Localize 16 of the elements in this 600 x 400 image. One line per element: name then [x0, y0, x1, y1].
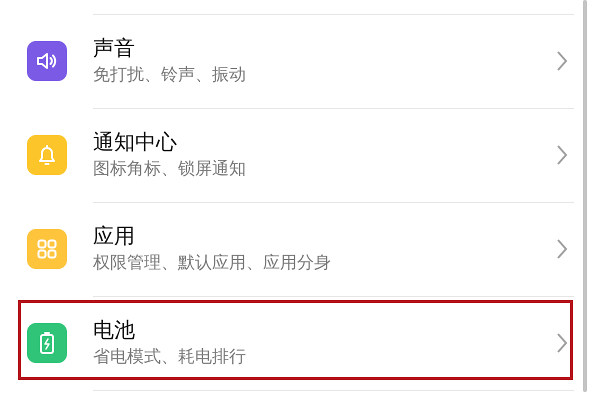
item-title: 声音: [93, 36, 136, 62]
item-subtitle: 免打扰、铃声、振动: [93, 64, 246, 86]
settings-item[interactable]: 通知中心 图标角标、锁屏通知: [0, 108, 600, 202]
chevron-icon: [556, 144, 568, 166]
chevron-icon: [556, 50, 568, 72]
item-title: 电池: [93, 318, 136, 344]
item-subtitle: 图标角标、锁屏通知: [93, 158, 246, 180]
settings-item[interactable]: 电池 省电模式、耗电排行: [0, 296, 600, 390]
chevron-icon: [556, 238, 568, 260]
item-subtitle: 省电模式、耗电排行: [93, 346, 246, 368]
item-title: 应用: [93, 224, 136, 250]
chevron-icon: [556, 332, 568, 354]
settings-item[interactable]: 声音 免打扰、铃声、振动: [0, 14, 600, 108]
item-title: 通知中心: [93, 130, 178, 156]
settings-item[interactable]: 应用 权限管理、默认应用、应用分身: [0, 202, 600, 296]
item-subtitle: 权限管理、默认应用、应用分身: [93, 252, 331, 274]
